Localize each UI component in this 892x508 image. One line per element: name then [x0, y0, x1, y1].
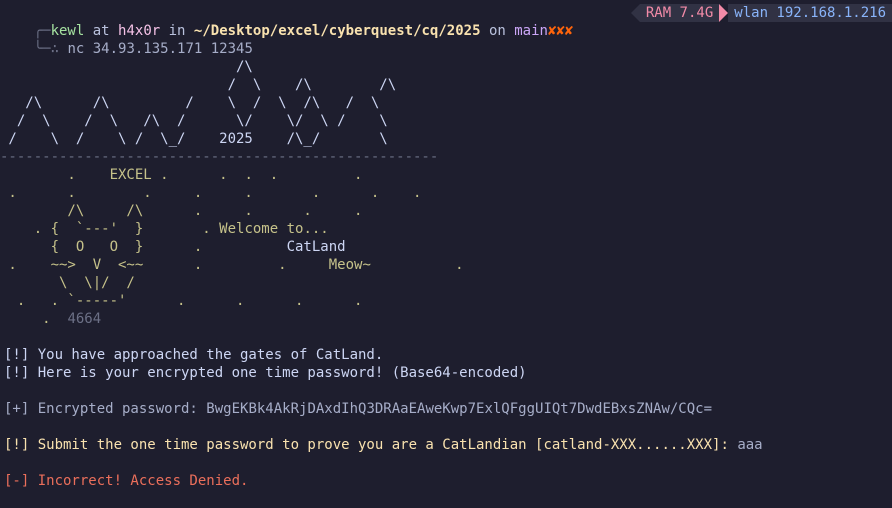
banner-title: EXCEL	[109, 167, 152, 183]
terminal-window[interactable]: ╭─kewl at h4x0r in ~/Desktop/excel/cyber…	[0, 0, 892, 508]
shell-prompt: ╭─kewl at h4x0r in ~/Desktop/excel/cyber…	[0, 4, 574, 39]
segment-arrow-icon	[719, 4, 729, 22]
error-message: [-] Incorrect! Access Denied.	[4, 473, 249, 489]
ascii-banner: /\ / \ /\ /\ /\ /\ / \ / \ /\ / \ / \ / …	[0, 59, 464, 327]
catland-text: CatLand	[286, 239, 346, 255]
prompt-branch: main	[514, 23, 548, 39]
prompt-on: on	[488, 23, 506, 39]
encrypted-label: [+] Encrypted password:	[4, 401, 207, 417]
submit-input[interactable]: aaa	[737, 437, 762, 453]
command-text: nc 34.93.135.171 12345	[67, 41, 253, 57]
mountain-line-1: /\	[0, 59, 253, 75]
message-otp-info: [!] Here is your encrypted one time pass…	[4, 365, 527, 381]
meow-text: Meow~	[328, 257, 371, 273]
mountain-line-3: /\ /\ / \ / \ /\ / \	[0, 95, 380, 111]
segment-separator-icon	[630, 4, 640, 22]
status-segments: RAM 7.4G wlan 192.168.1.216	[630, 4, 892, 22]
ram-indicator: RAM 7.4G	[639, 4, 720, 22]
banner-divider: ----------------------------------------…	[0, 149, 439, 165]
encrypted-password-line: [+] Encrypted password: BwgEKBk4AkRjDAxd…	[4, 400, 712, 418]
encrypted-value: BwgEKBk4AkRjDAxdIhQ3DRAaEAweKwp7ExlQFggU…	[206, 401, 713, 417]
welcome-text: Welcome to...	[219, 221, 329, 237]
command-line: ╰─∴ nc 34.93.135.171 12345	[0, 22, 253, 57]
wlan-indicator: wlan 192.168.1.216	[728, 4, 892, 22]
mountain-line-5: / \ / \ / \_/ 2025 /\_/ \	[0, 131, 388, 147]
banner-number: 4664	[67, 311, 102, 327]
submit-line[interactable]: [!] Submit the one time password to prov…	[4, 436, 763, 454]
submit-prompt: [!] Submit the one time password to prov…	[4, 437, 738, 453]
prompt-dots-icon: ∴	[50, 41, 68, 57]
mountain-line-4: / \ / \ /\ / \/ \/ \ / \	[0, 113, 388, 129]
prompt-corner-bottom-glyph: ╰─	[33, 41, 51, 57]
mountain-line-2: / \ /\ /\	[0, 77, 397, 93]
message-approach: [!] You have approached the gates of Cat…	[4, 347, 384, 363]
git-status-icon: ✘✘✘	[547, 23, 574, 39]
